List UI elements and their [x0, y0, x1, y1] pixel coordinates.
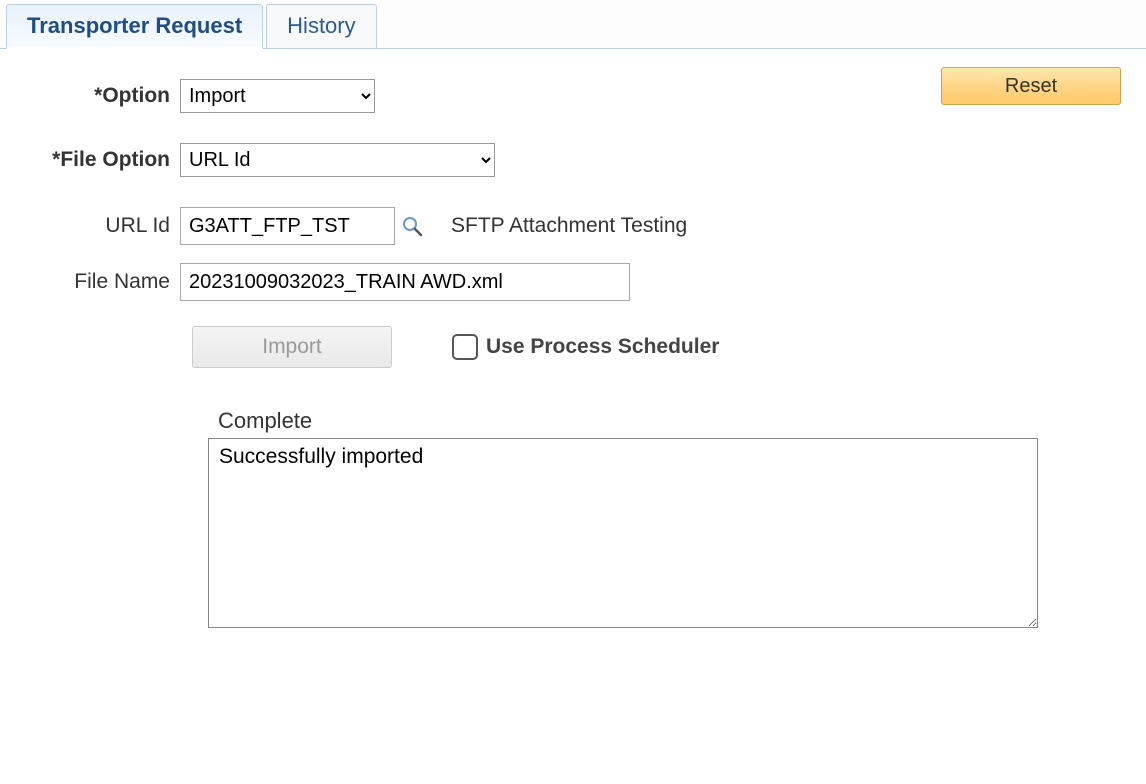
- use-scheduler-label: Use Process Scheduler: [486, 335, 719, 359]
- url-id-row: URL Id SFTP Attachment Testing: [20, 207, 1126, 245]
- url-id-input[interactable]: [180, 207, 395, 245]
- tab-transporter-request[interactable]: Transporter Request: [6, 4, 263, 49]
- file-name-label: File Name: [20, 270, 180, 294]
- tab-history[interactable]: History: [266, 4, 376, 48]
- status-label: Complete: [218, 408, 1126, 434]
- file-option-label: *File Option: [20, 148, 180, 172]
- scheduler-checkbox-wrap: Use Process Scheduler: [452, 334, 719, 360]
- action-row: Import Use Process Scheduler: [20, 326, 1126, 368]
- file-option-row: *File Option URL Id: [20, 143, 1126, 177]
- status-textarea[interactable]: Successfully imported: [208, 438, 1038, 628]
- use-scheduler-checkbox[interactable]: [452, 334, 478, 360]
- tab-bar: Transporter Request History: [0, 0, 1146, 49]
- option-label: *Option: [20, 84, 180, 108]
- file-option-select[interactable]: URL Id: [180, 143, 495, 177]
- file-name-row: File Name: [20, 263, 1126, 301]
- form-content: Reset *Option Import *File Option URL Id…: [0, 49, 1146, 653]
- import-button: Import: [192, 326, 392, 368]
- url-id-label: URL Id: [20, 214, 180, 238]
- reset-button[interactable]: Reset: [941, 67, 1121, 105]
- file-name-input[interactable]: [180, 263, 630, 301]
- option-select[interactable]: Import: [180, 79, 375, 113]
- status-section: Complete Successfully imported: [20, 408, 1126, 633]
- url-id-description: SFTP Attachment Testing: [451, 214, 687, 238]
- lookup-icon[interactable]: [401, 215, 423, 237]
